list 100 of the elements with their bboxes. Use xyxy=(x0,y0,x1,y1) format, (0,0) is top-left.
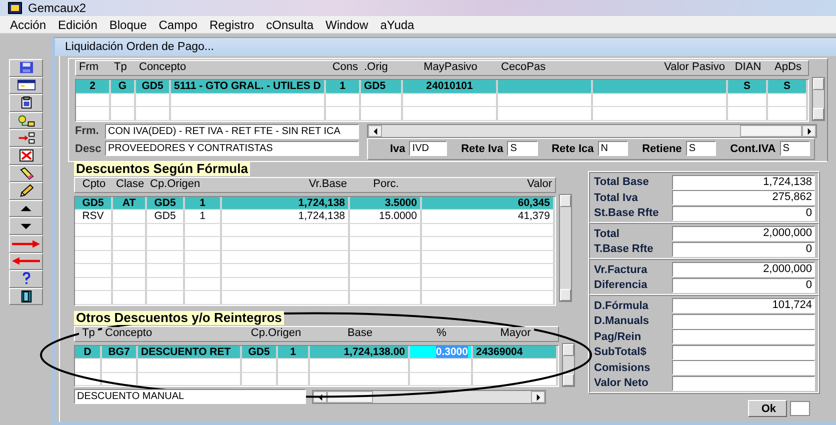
field-label: Frm. xyxy=(75,125,100,137)
text-field[interactable]: N xyxy=(598,141,628,156)
total-field[interactable]: 0 xyxy=(672,206,815,221)
total-label: D.Fórmula xyxy=(594,300,650,312)
toolbar-button[interactable] xyxy=(9,217,43,235)
total-label: St.Base Rfte xyxy=(594,207,660,220)
toolbar-button[interactable] xyxy=(9,76,43,94)
check-field[interactable] xyxy=(790,401,810,416)
table-cell: AT xyxy=(122,196,136,209)
toolbar-button[interactable] xyxy=(9,112,43,130)
vertical-scrollbar[interactable] xyxy=(562,342,575,386)
horizontal-scrollbar[interactable] xyxy=(367,124,817,138)
total-field[interactable]: 0 xyxy=(672,242,815,257)
table-row[interactable]: RSV GD5 1 1,724,138 15.0000 41,379 xyxy=(75,210,555,224)
total-label: Total Base xyxy=(594,176,650,188)
table-cell: S xyxy=(783,80,790,92)
window-icon xyxy=(16,79,36,92)
total-label: Valor Neto xyxy=(594,377,650,390)
menu-item[interactable]: Bloque xyxy=(103,18,153,32)
total-field[interactable] xyxy=(672,314,815,329)
table-cell: GD5 xyxy=(154,196,176,209)
total-label: Total xyxy=(594,228,620,240)
table-cell: 24369004 xyxy=(476,346,523,358)
toolbar-button[interactable] xyxy=(9,59,43,77)
total-label: D.Manuals xyxy=(594,315,650,328)
total-field[interactable]: 2,000,000 xyxy=(672,226,815,242)
total-label: Comisions xyxy=(594,362,652,374)
down-triangle-icon xyxy=(19,222,33,230)
total-field[interactable]: 0 xyxy=(672,278,815,293)
table-row[interactable]: GD5 AT GD5 1 1,724,138 3.5000 60,345 xyxy=(75,196,555,210)
app-icon xyxy=(8,2,22,14)
table-row[interactable]: D BG7 DESCUENTO RET GD5 1 1,724,138.00 0.3000 24369004 xyxy=(75,346,558,359)
vertical-scrollbar[interactable] xyxy=(559,194,572,302)
text-field[interactable]: CON IVA(DED) - RET IVA - RET FTE - SIN RET ICA xyxy=(105,124,359,138)
total-field[interactable]: 101,724 xyxy=(672,298,815,314)
text-field[interactable]: S xyxy=(686,141,716,156)
toolbar-button[interactable] xyxy=(9,288,43,306)
scroll-thumb[interactable] xyxy=(740,125,802,137)
toolbar-button[interactable] xyxy=(9,129,43,147)
total-field[interactable]: 275,862 xyxy=(672,190,815,206)
text-field[interactable]: PROVEEDORES Y CONTRATISTAS xyxy=(105,141,359,156)
toolbar-button[interactable] xyxy=(9,270,43,288)
eraser-icon xyxy=(18,166,34,180)
column-header: ApDs xyxy=(772,61,804,75)
table-cell: 1,724,138 xyxy=(298,210,345,222)
field-label: Rete Iva xyxy=(461,142,504,154)
section-heading: Descuentos Según Fórmula xyxy=(74,162,250,176)
total-field[interactable] xyxy=(672,360,815,376)
table-cell: 0.3000 xyxy=(436,346,468,358)
table-cell: GD5 xyxy=(364,80,386,92)
query-icon xyxy=(16,114,36,127)
table-cell: DESCUENTO RET xyxy=(141,346,231,358)
table-cell: 15.0000 xyxy=(379,210,417,222)
scroll-right-icon[interactable] xyxy=(806,128,812,135)
menu-item[interactable]: aYuda xyxy=(374,18,420,32)
toolbar-button[interactable] xyxy=(9,94,43,112)
total-label: T.Base Rfte xyxy=(594,243,654,256)
table-cell: RSV xyxy=(82,210,104,222)
menu-item[interactable]: cOnsulta xyxy=(260,18,320,32)
table-cell: 60,345 xyxy=(518,196,550,209)
table-row[interactable]: 2 G GD5 5111 - GTO GRAL. - UTILES D 1 GD5 24010101 S S xyxy=(76,80,808,94)
total-label: Vr.Factura xyxy=(594,264,648,276)
table-cell: GD5 xyxy=(154,210,176,222)
total-field[interactable]: 1,724,138 xyxy=(672,174,815,190)
total-field[interactable] xyxy=(672,344,815,360)
menu-item[interactable]: Window xyxy=(320,18,374,32)
total-field[interactable] xyxy=(672,376,815,391)
scroll-left-icon[interactable] xyxy=(372,128,378,135)
up-triangle-icon xyxy=(19,205,33,212)
total-field[interactable] xyxy=(672,329,815,344)
menu-item[interactable]: Campo xyxy=(152,18,204,32)
scroll-right-icon[interactable] xyxy=(536,394,540,400)
scroll-left-icon[interactable] xyxy=(318,394,322,400)
table-cell: D xyxy=(84,346,92,358)
column-header: Tp xyxy=(79,326,98,340)
text-field[interactable]: IVD xyxy=(409,141,448,156)
menu-item[interactable]: Acción xyxy=(4,18,52,32)
exit-door-icon xyxy=(18,290,34,304)
ok-button[interactable]: Ok xyxy=(748,400,787,417)
pencil-icon xyxy=(18,184,34,198)
toolbar-button[interactable] xyxy=(9,200,43,218)
left-arrow-icon xyxy=(12,257,40,266)
toolbar-button[interactable] xyxy=(9,146,43,165)
text-field[interactable]: S xyxy=(780,141,810,156)
toolbar-button[interactable] xyxy=(9,164,43,182)
total-label: Total Iva xyxy=(594,192,639,204)
horizontal-scrollbar[interactable] xyxy=(312,390,546,404)
table-cell: 24010101 xyxy=(426,80,473,92)
total-field[interactable]: 2,000,000 xyxy=(672,262,815,278)
table-cell: 1,724,138 xyxy=(298,196,345,209)
text-field[interactable]: S xyxy=(507,141,538,156)
menu-item[interactable]: Registro xyxy=(203,18,260,32)
toolbar-button[interactable] xyxy=(9,182,43,200)
table-cell: 41,379 xyxy=(518,210,550,222)
menu-item[interactable]: Edición xyxy=(52,18,104,32)
field-label: Iva xyxy=(390,142,406,154)
field-label: Cont.IVA xyxy=(730,142,776,154)
text-field[interactable]: DESCUENTO MANUAL xyxy=(74,389,306,404)
total-label: SubTotal$ xyxy=(594,346,648,358)
vertical-scrollbar[interactable] xyxy=(812,77,825,121)
